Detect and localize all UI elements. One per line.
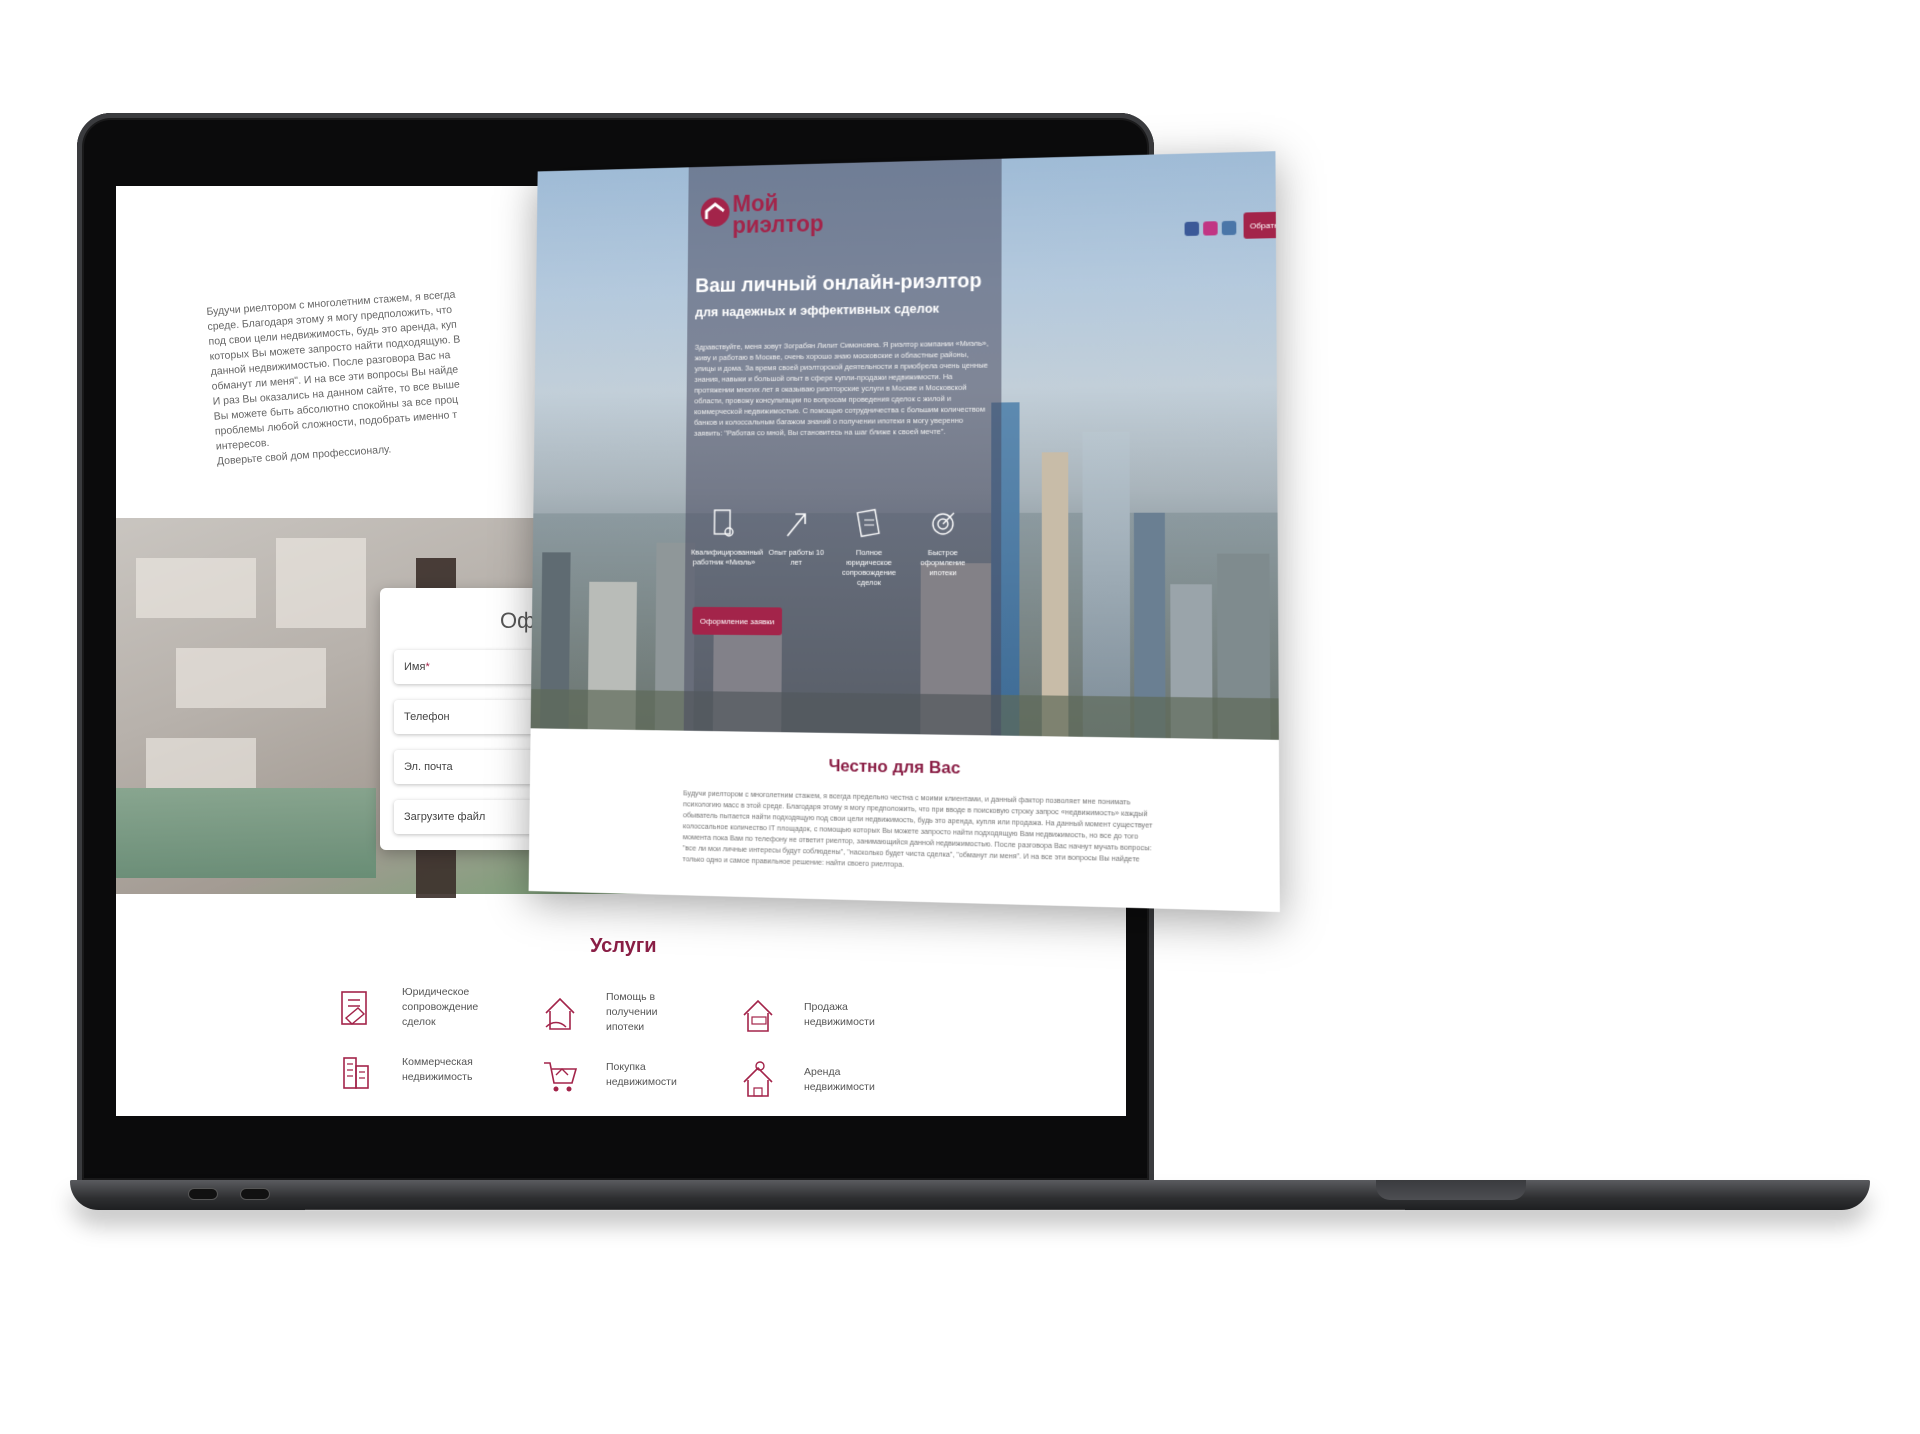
hero-subtitle: для надежных и эффективных сделок xyxy=(695,300,940,320)
feature-label: Квалифицированный работник «Миэль» xyxy=(691,547,764,567)
services-title: Услуги xyxy=(590,935,657,957)
feature-item: Опыт работы 10 лет xyxy=(763,508,830,568)
service-label: Покупка недвижимости xyxy=(606,1061,677,1088)
front-page-screenshot: Мой риэлтор Ваш личный онлайн-риэлтор дл… xyxy=(528,151,1280,913)
back-intro-text: Будучи риелтором с многолетним стажем, я… xyxy=(206,282,547,470)
contact-form: Оф Имя* Телефон Эл. почта Загрузите файл xyxy=(380,588,544,850)
hero-title: Ваш личный онлайн-риэлтор xyxy=(695,270,982,298)
service-item[interactable]: Помощь в получении ипотеки xyxy=(542,990,696,1035)
target-icon xyxy=(930,508,956,540)
feature-item: Полное юридическое сопровождение сделок xyxy=(835,508,903,588)
vk-icon[interactable] xyxy=(1221,220,1237,236)
key-house-icon xyxy=(743,1061,773,1097)
usb-port-icon xyxy=(188,1188,218,1200)
hero-panel: Мой риэлтор Ваш личный онлайн-риэлтор дл… xyxy=(683,158,1002,736)
office-building-icon xyxy=(343,1057,369,1089)
legal-doc-icon xyxy=(341,990,367,1025)
feature-label: Полное юридическое сопровождение сделок xyxy=(842,547,897,587)
email-field[interactable]: Эл. почта xyxy=(394,750,544,784)
service-item[interactable]: Покупка недвижимости xyxy=(542,1055,716,1095)
service-item[interactable]: Продажа недвижимости xyxy=(740,995,914,1035)
feature-label: Опыт работы 10 лет xyxy=(768,547,825,567)
contract-icon xyxy=(856,508,882,540)
feature-label: Быстрое оформление ипотеки xyxy=(920,548,966,578)
service-item[interactable]: Аренда недвижимости xyxy=(740,1060,914,1100)
hero-body-text: Здравствуйте, меня зовут Зограбян Лилит … xyxy=(694,338,989,438)
service-label: Юридическое сопровождение сделок xyxy=(402,986,479,1028)
name-field[interactable]: Имя* xyxy=(394,650,544,684)
honest-section-title: Честно для Вас xyxy=(828,756,961,778)
service-label: Аренда недвижимости xyxy=(804,1066,875,1093)
honest-section-text: Будучи риелтором с многолетним стажем, я… xyxy=(682,788,1153,869)
laptop-base xyxy=(70,1180,1870,1210)
phone-field[interactable]: Телефон xyxy=(394,700,544,734)
logo-line-2: риэлтор xyxy=(732,210,824,238)
name-field-label: Имя xyxy=(404,661,426,673)
file-upload-field[interactable]: Загрузите файл xyxy=(394,800,544,834)
mortgage-house-icon xyxy=(545,997,575,1030)
usb-port-icon xyxy=(240,1188,270,1200)
apply-button[interactable]: Оформление заявки xyxy=(692,606,783,636)
logo-text[interactable]: Мой риэлтор xyxy=(732,190,824,238)
logo-house-icon[interactable] xyxy=(701,197,730,228)
arrow-up-icon xyxy=(783,508,809,540)
sale-house-icon xyxy=(743,999,773,1032)
callback-button[interactable]: Обратная св xyxy=(1243,210,1279,239)
cart-house-icon xyxy=(544,1062,578,1092)
service-item[interactable]: Коммерческая недвижимость xyxy=(338,1050,532,1090)
service-label: Коммерческая недвижимость xyxy=(402,1056,473,1083)
feature-item: Квалифицированный работник «Миэль» xyxy=(691,508,763,567)
service-label: Помощь в получении ипотеки xyxy=(606,991,658,1033)
laptop-notch xyxy=(1376,1180,1526,1200)
form-title: Оф xyxy=(500,608,536,633)
service-item[interactable]: Юридическое сопровождение сделок xyxy=(338,985,512,1030)
hero-section: Мой риэлтор Ваш личный онлайн-риэлтор дл… xyxy=(530,151,1279,740)
facebook-icon[interactable] xyxy=(1184,221,1200,237)
required-mark: * xyxy=(425,661,430,673)
instagram-icon[interactable] xyxy=(1203,221,1218,236)
feature-item: Быстрое оформление ипотеки xyxy=(909,508,977,578)
service-label: Продажа недвижимости xyxy=(804,1001,875,1028)
base-highlight xyxy=(305,1209,1405,1211)
document-pin-icon xyxy=(711,508,736,540)
